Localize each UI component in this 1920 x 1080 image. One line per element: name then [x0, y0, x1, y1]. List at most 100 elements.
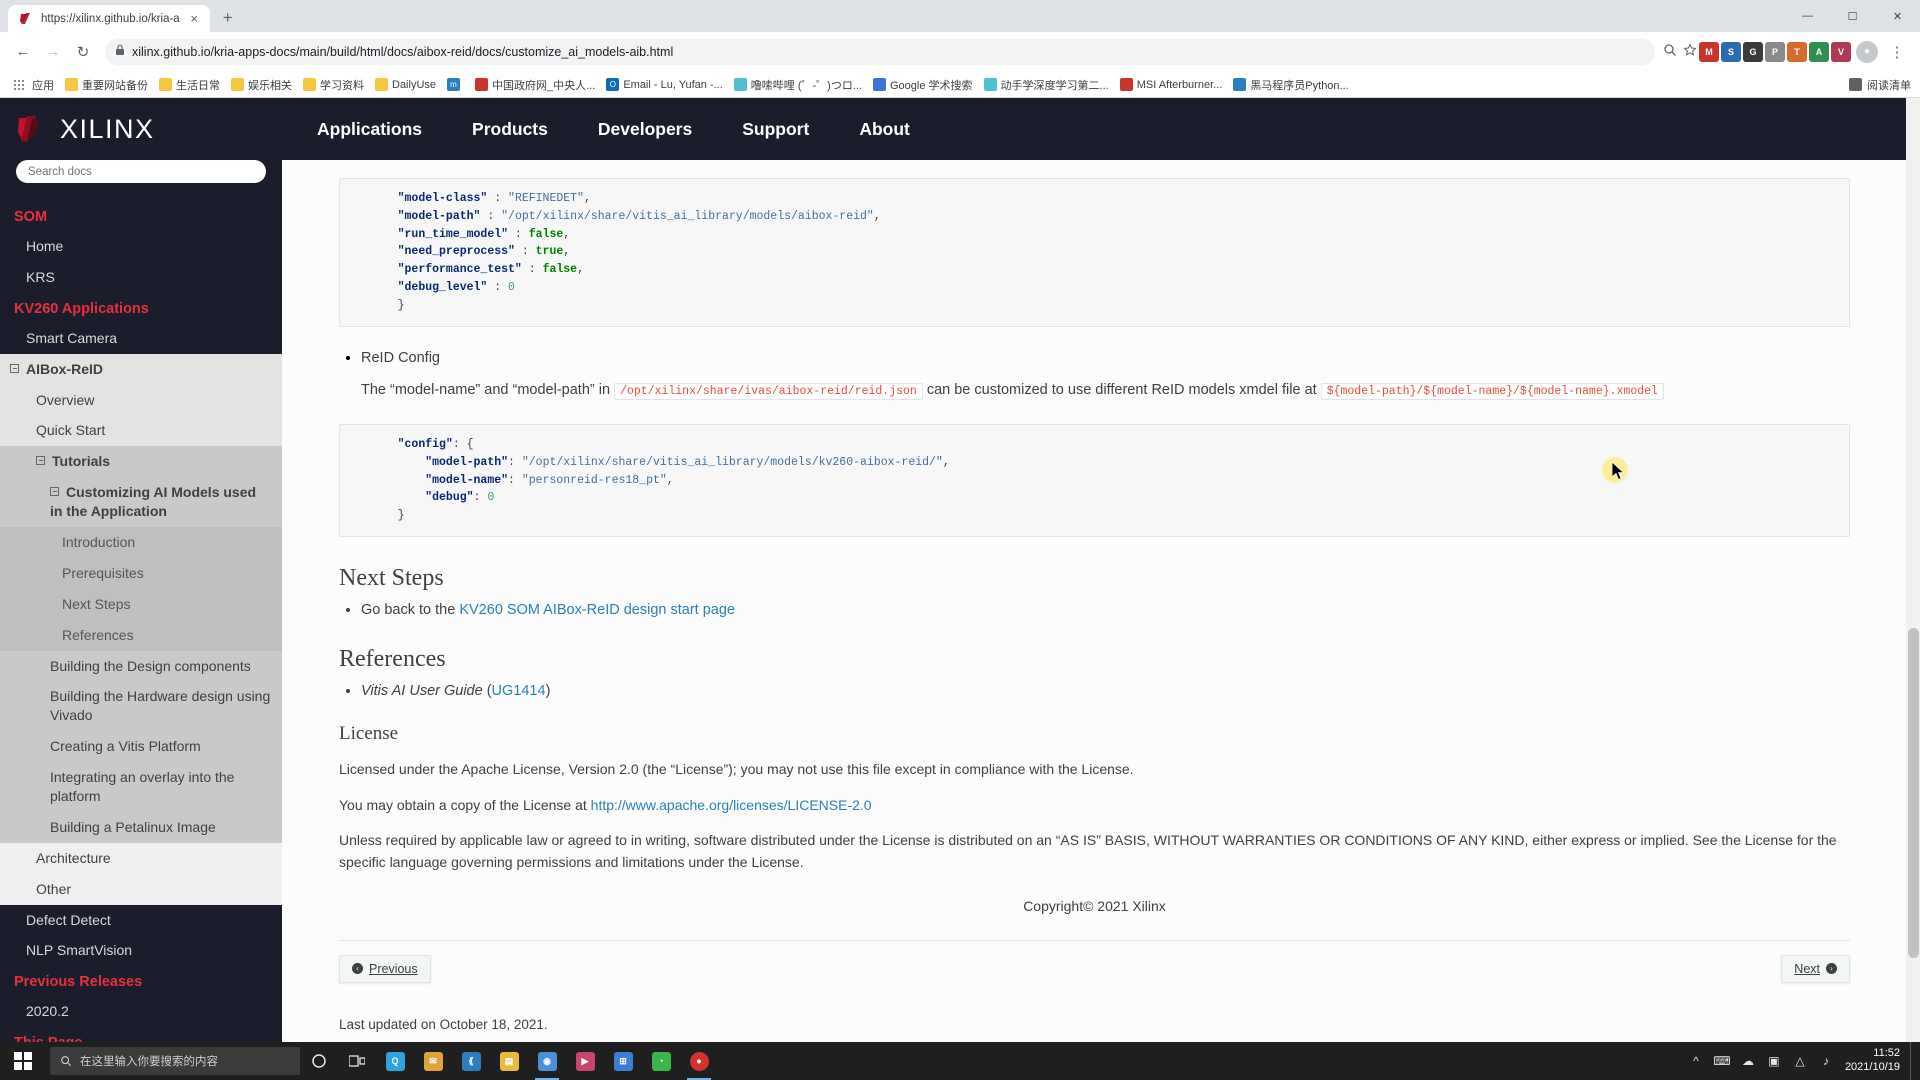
taskbar-app-wechat[interactable]: ◔ — [642, 1042, 680, 1080]
xilinx-logo[interactable]: XILINX — [0, 98, 282, 160]
profile-avatar[interactable]: ● — [1856, 40, 1878, 63]
browser-tab[interactable]: https://xilinx.github.io/kria-a × — [8, 5, 210, 32]
taskbar-app-recording[interactable]: ● — [680, 1042, 718, 1080]
sidebar-item-aibox-reid[interactable]: AIBox-ReID — [0, 353, 282, 385]
bookmark-item[interactable]: 生活日常 — [154, 75, 225, 95]
sidebar-item-defect-detect[interactable]: Defect Detect — [0, 905, 282, 936]
taskbar-app-chrome[interactable]: ◉ — [528, 1042, 566, 1080]
bookmark-item[interactable]: 学习资料 — [298, 75, 369, 95]
sidebar-item-nlp-smartvision[interactable]: NLP SmartVision — [0, 935, 282, 966]
sidebar-item-introduction[interactable]: Introduction — [0, 527, 282, 558]
sidebar-item-customizing-ai-models-used-in-the-applic[interactable]: Customizing AI Models used in the Applic… — [0, 477, 282, 528]
extension-icon-1[interactable]: M — [1699, 41, 1719, 62]
taskbar-app-store[interactable]: ⊞ — [604, 1042, 642, 1080]
reload-icon[interactable]: ↻ — [69, 38, 97, 66]
nav-applications[interactable]: Applications — [292, 119, 447, 140]
extension-icon-3[interactable]: G — [1743, 41, 1763, 62]
back-icon[interactable]: ← — [9, 38, 37, 66]
collapse-toggle-icon[interactable] — [50, 487, 59, 497]
close-icon[interactable]: × — [187, 11, 202, 26]
link-kv260-start-page[interactable]: KV260 SOM AIBox-ReID design start page — [459, 602, 735, 618]
magnifier-icon[interactable] — [1663, 43, 1677, 60]
sidebar-item-tutorials[interactable]: Tutorials — [0, 446, 282, 478]
sidebar-item-prerequisites[interactable]: Prerequisites — [0, 557, 282, 589]
omnibox-url[interactable]: xilinx.github.io/kria-apps-docs/main/bui… — [132, 45, 1645, 59]
bookmark-item[interactable]: m — [442, 76, 469, 93]
previous-button[interactable]: ‹ Previous — [339, 954, 431, 983]
star-icon[interactable] — [1683, 43, 1697, 60]
taskbar-app-explorer[interactable]: ▤ — [490, 1042, 528, 1080]
bookmark-item[interactable]: O Email - Lu, Yufan -... — [601, 76, 727, 93]
close-window-button[interactable]: ✕ — [1875, 0, 1920, 32]
sidebar-item-other[interactable]: Other — [0, 873, 282, 905]
collapse-toggle-icon[interactable] — [10, 363, 19, 373]
nav-support[interactable]: Support — [717, 119, 834, 140]
sidebar-item-architecture[interactable]: Architecture — [0, 842, 282, 874]
bookmark-item[interactable]: 中国政府网_中央人... — [470, 75, 600, 95]
next-button[interactable]: Next › — [1781, 954, 1850, 983]
bookmark-item[interactable]: MSI Afterburner... — [1115, 76, 1228, 93]
next-steps-list: Go back to the KV260 SOM AIBox-ReID desi… — [361, 602, 1850, 618]
sidebar-item-building-the-hardware-design-using-vivad[interactable]: Building the Hardware design using Vivad… — [0, 681, 282, 732]
tray-network-icon[interactable]: △ — [1787, 1042, 1813, 1080]
extension-icon-2[interactable]: S — [1721, 41, 1741, 62]
sidebar-item-creating-a-vitis-platform[interactable]: Creating a Vitis Platform — [0, 731, 282, 763]
sidebar-item-integrating-an-overlay-into-the-platform[interactable]: Integrating an overlay into the platform — [0, 762, 282, 812]
link-apache-license[interactable]: http://www.apache.org/licenses/LICENSE-2… — [591, 797, 872, 813]
tray-cloud-icon[interactable]: ☁ — [1735, 1042, 1761, 1080]
new-tab-button[interactable]: + — [214, 4, 242, 31]
sidebar-item-building-the-design-components[interactable]: Building the Design components — [0, 650, 282, 682]
cortana-icon[interactable] — [300, 1042, 338, 1080]
maximize-button[interactable]: ☐ — [1830, 0, 1875, 32]
taskbar-app-qq-browser[interactable]: Q — [376, 1042, 414, 1080]
omnibox[interactable]: xilinx.github.io/kria-apps-docs/main/bui… — [105, 38, 1655, 65]
nav-developers[interactable]: Developers — [573, 119, 717, 140]
bookmark-item[interactable]: Google 学术搜索 — [868, 75, 978, 95]
bookmark-item[interactable]: 黑马程序员Python... — [1228, 75, 1353, 95]
browser-menu-icon[interactable]: ⋮ — [1883, 38, 1911, 66]
tray-ime-icon[interactable]: ⌨ — [1709, 1042, 1735, 1080]
msi-icon — [1119, 78, 1133, 91]
extension-icon-6[interactable]: A — [1809, 41, 1829, 62]
extension-icon-5[interactable]: T — [1787, 41, 1807, 62]
bookmark-item[interactable]: DailyUse — [370, 76, 441, 93]
bookmark-apps[interactable]: 应用 — [9, 75, 59, 95]
bookmark-item[interactable]: 动手学深度学习第二... — [979, 75, 1114, 95]
sidebar-item-krs[interactable]: KRS — [0, 262, 282, 293]
sidebar-item-building-a-petalinux-image[interactable]: Building a Petalinux Image — [0, 811, 282, 843]
tray-volume-icon[interactable]: ♪ — [1813, 1042, 1839, 1080]
taskbar-app-vscode[interactable]: ⟪ — [452, 1042, 490, 1080]
sidebar-item-quick-start[interactable]: Quick Start — [0, 415, 282, 447]
forward-icon[interactable]: → — [39, 38, 67, 66]
scrollbar-thumb[interactable] — [1908, 628, 1919, 958]
taskbar-app-mail[interactable]: ✉ — [414, 1042, 452, 1080]
extension-icon-4[interactable]: P — [1765, 41, 1785, 62]
sidebar-item-overview[interactable]: Overview — [0, 384, 282, 416]
tray-app-icon[interactable]: ▣ — [1761, 1042, 1787, 1080]
bookmark-item[interactable]: 娱乐相关 — [226, 75, 297, 95]
reading-list-button[interactable]: 阅读清单 — [1849, 77, 1911, 93]
start-button[interactable] — [0, 1042, 46, 1080]
taskbar-clock[interactable]: 11:52 2021/10/19 — [1839, 1047, 1910, 1075]
sidebar-item-next-steps[interactable]: Next Steps — [0, 588, 282, 620]
taskbar-app-media[interactable]: ▶ — [566, 1042, 604, 1080]
link-ug1414[interactable]: UG1414 — [492, 683, 546, 699]
bookmark-item[interactable]: 重要网站备份 — [60, 75, 153, 95]
bookmark-item[interactable]: 噜嗦哔哩 (゜-゜)つロ... — [729, 75, 867, 95]
tray-expand-icon[interactable]: ^ — [1683, 1042, 1709, 1080]
task-view-icon[interactable] — [338, 1042, 376, 1080]
sidebar-item-2020-2[interactable]: 2020.2 — [0, 996, 282, 1027]
search-docs-box[interactable] — [16, 160, 266, 183]
sidebar-item-smart-camera[interactable]: Smart Camera — [0, 323, 282, 354]
show-desktop-button[interactable] — [1910, 1042, 1918, 1080]
collapse-toggle-icon[interactable] — [36, 456, 45, 466]
page-scrollbar[interactable] — [1906, 98, 1920, 1080]
extension-icon-7[interactable]: V — [1831, 41, 1851, 62]
taskbar-search-box[interactable]: 在这里输入你要搜索的内容 — [50, 1047, 300, 1075]
sidebar-item-references[interactable]: References — [0, 619, 282, 651]
minimize-button[interactable]: — — [1785, 0, 1830, 32]
nav-products[interactable]: Products — [447, 119, 573, 140]
search-input[interactable] — [28, 165, 254, 178]
nav-about[interactable]: About — [834, 119, 935, 140]
sidebar-item-home[interactable]: Home — [0, 231, 282, 262]
